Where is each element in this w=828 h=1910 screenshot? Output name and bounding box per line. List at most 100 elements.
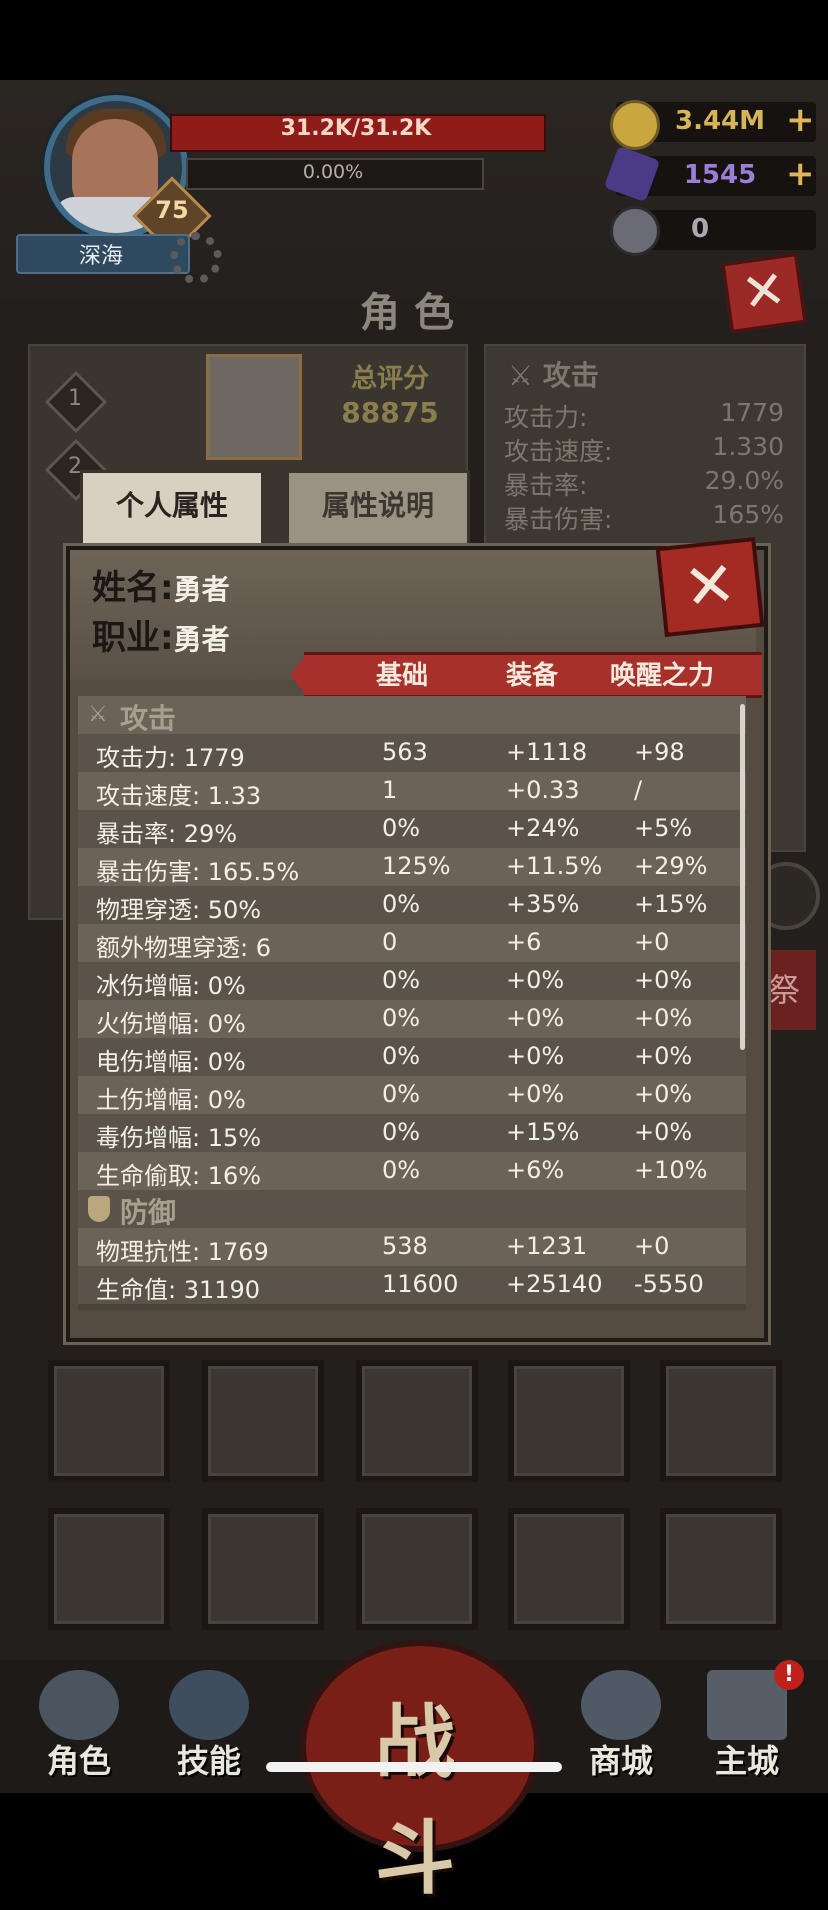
section-title: 防御 xyxy=(120,1196,177,1229)
stat-total: 额外物理穿透: 6 xyxy=(96,934,271,962)
total-score-label: 总评分 xyxy=(350,364,429,394)
inventory-slot[interactable] xyxy=(48,1508,170,1630)
stat-equip: +11.5% xyxy=(506,852,603,880)
table-row: 物理穿透: 50% 0% +35% +15% xyxy=(78,886,746,924)
home-indicator[interactable] xyxy=(266,1762,562,1772)
summary-row: 攻击速度: 1.330 xyxy=(504,432,784,468)
summary-row: 攻击力: 1779 xyxy=(504,398,784,434)
table-row: 土伤增幅: 0% 0% +0% +0% xyxy=(78,1076,746,1114)
stat-base: 538 xyxy=(382,1232,428,1260)
stat-base: 0% xyxy=(382,966,421,994)
add-gold-button[interactable]: + xyxy=(786,100,815,140)
stat-total: 暴击伤害: 165.5% xyxy=(96,858,300,886)
class-line: 职业:勇者 xyxy=(92,610,230,659)
settings-gear-icon[interactable] xyxy=(170,232,222,284)
table-row: 火伤增幅: 0% 0% +0% +0% xyxy=(78,1000,746,1038)
stat-equip: +0% xyxy=(506,1042,565,1070)
table-row: 暴击率: 29% 0% +24% +5% xyxy=(78,810,746,848)
nav-skills[interactable]: 技能 xyxy=(154,1670,264,1788)
stat-total: 冰伤增幅: 0% xyxy=(96,972,246,1000)
stat-equip: +6% xyxy=(506,1156,565,1184)
name-label: 姓名: xyxy=(92,568,174,608)
character-icon xyxy=(39,1670,119,1740)
nav-character[interactable]: 角色 xyxy=(24,1670,134,1788)
skills-icon xyxy=(169,1670,249,1740)
stat-total: 物理抗性: 1769 xyxy=(96,1238,269,1266)
game-screen: 75 深海 31.2K/31.2K 0.00% 3.44M + 1545 + 0… xyxy=(0,0,828,1905)
tab-personal-attributes[interactable]: 个人属性 xyxy=(80,470,264,546)
stat-awaken: +0% xyxy=(634,1080,693,1108)
shop-icon xyxy=(581,1670,661,1740)
close-page-button[interactable]: ✕ xyxy=(721,253,807,333)
section-title: 攻击 xyxy=(120,702,177,735)
stat-awaken: +15% xyxy=(634,890,708,918)
column-awakening: 唤醒之力 xyxy=(610,661,715,691)
stat-awaken: +29% xyxy=(634,852,708,880)
table-scrollbar[interactable] xyxy=(740,704,745,1050)
hp-text: 31.2K/31.2K xyxy=(280,116,432,141)
stat-total: 物理穿透: 50% xyxy=(96,896,262,924)
summary-value: 165% xyxy=(712,500,784,529)
stat-base: 0% xyxy=(382,814,421,842)
nav-character-label: 角色 xyxy=(46,1742,111,1780)
stat-awaken: +0 xyxy=(634,1232,670,1260)
summary-label: 攻击速度: xyxy=(504,437,613,466)
table-row: 电伤增幅: 0% 0% +0% +0% xyxy=(78,1038,746,1076)
crystal-currency: 1545 + xyxy=(603,145,816,203)
stat-awaken: / xyxy=(634,776,643,804)
inventory-slot[interactable] xyxy=(508,1508,630,1630)
status-bar-area xyxy=(0,0,828,80)
inventory-slot[interactable] xyxy=(48,1360,170,1482)
gold-value: 3.44M xyxy=(674,106,766,136)
table-row: 冰伤增幅: 0% 0% +0% +0% xyxy=(78,962,746,1000)
stat-base: 0% xyxy=(382,1042,421,1070)
inventory-slot[interactable] xyxy=(660,1360,782,1482)
stat-total: 暴击率: 29% xyxy=(96,820,238,848)
player-name: 深海 xyxy=(78,244,123,269)
inventory-slot[interactable] xyxy=(202,1508,324,1630)
summary-label: 暴击伤害: xyxy=(504,505,613,534)
table-row: 暴击伤害: 165.5% 125% +11.5% +29% xyxy=(78,848,746,886)
stat-base: 0% xyxy=(382,1004,421,1032)
name-value: 勇者 xyxy=(173,573,230,606)
stat-awaken: +98 xyxy=(634,738,685,766)
stat-equip: +24% xyxy=(506,814,580,842)
ram-value: 0 xyxy=(690,214,710,244)
xp-text: 0.00% xyxy=(302,161,364,183)
close-modal-button[interactable]: ✕ xyxy=(655,537,765,637)
summary-row: 暴击伤害: 165% xyxy=(504,500,784,536)
table-row: 攻击速度: 1.33 1 +0.33 / xyxy=(78,772,746,810)
inventory-slot[interactable] xyxy=(356,1360,478,1482)
table-row: 毒伤增幅: 15% 0% +15% +0% xyxy=(78,1114,746,1152)
inventory-slot[interactable] xyxy=(202,1360,324,1482)
tab-attribute-description[interactable]: 属性说明 xyxy=(286,470,470,546)
notification-badge: ! xyxy=(774,1660,804,1690)
loadout-slot-1-label: 1 xyxy=(68,386,82,411)
stat-base: 0% xyxy=(382,890,421,918)
inventory-slot[interactable] xyxy=(356,1508,478,1630)
section-header-attack: ⚔ 攻击 xyxy=(78,696,746,735)
stat-total: 土伤增幅: 0% xyxy=(96,1086,246,1114)
total-score-value: 88875 xyxy=(341,396,439,429)
stat-awaken: +5% xyxy=(634,814,693,842)
stat-awaken: +0 xyxy=(634,928,670,956)
nav-shop-label: 商城 xyxy=(588,1742,653,1780)
player-level: 75 xyxy=(155,196,189,224)
table-row: 额外物理穿透: 6 0 +6 +0 xyxy=(78,924,746,962)
stat-equip: +25140 xyxy=(506,1270,603,1298)
stat-total: 电伤增幅: 0% xyxy=(96,1048,246,1076)
stat-equip: +6 xyxy=(506,928,542,956)
nav-shop[interactable]: 商城 xyxy=(566,1670,676,1788)
stat-total: 生命偷取: 16% xyxy=(96,1162,262,1190)
ram-currency: 0 xyxy=(610,206,816,256)
stat-base: 0% xyxy=(382,1118,421,1146)
inventory-slot[interactable] xyxy=(508,1360,630,1482)
column-base: 基础 xyxy=(376,661,429,691)
attack-summary-title: ⚔ 攻击 xyxy=(508,359,599,392)
stat-equip: +1231 xyxy=(506,1232,588,1260)
inventory-slot[interactable] xyxy=(660,1508,782,1630)
stats-table[interactable]: ⚔ 攻击 攻击力: 1779 563 +1118 +98 攻击速度: 1.33 … xyxy=(78,696,746,1310)
add-crystal-button[interactable]: + xyxy=(786,154,815,194)
shield-icon xyxy=(88,1196,110,1222)
helmet-equipment-icon[interactable] xyxy=(206,354,302,460)
